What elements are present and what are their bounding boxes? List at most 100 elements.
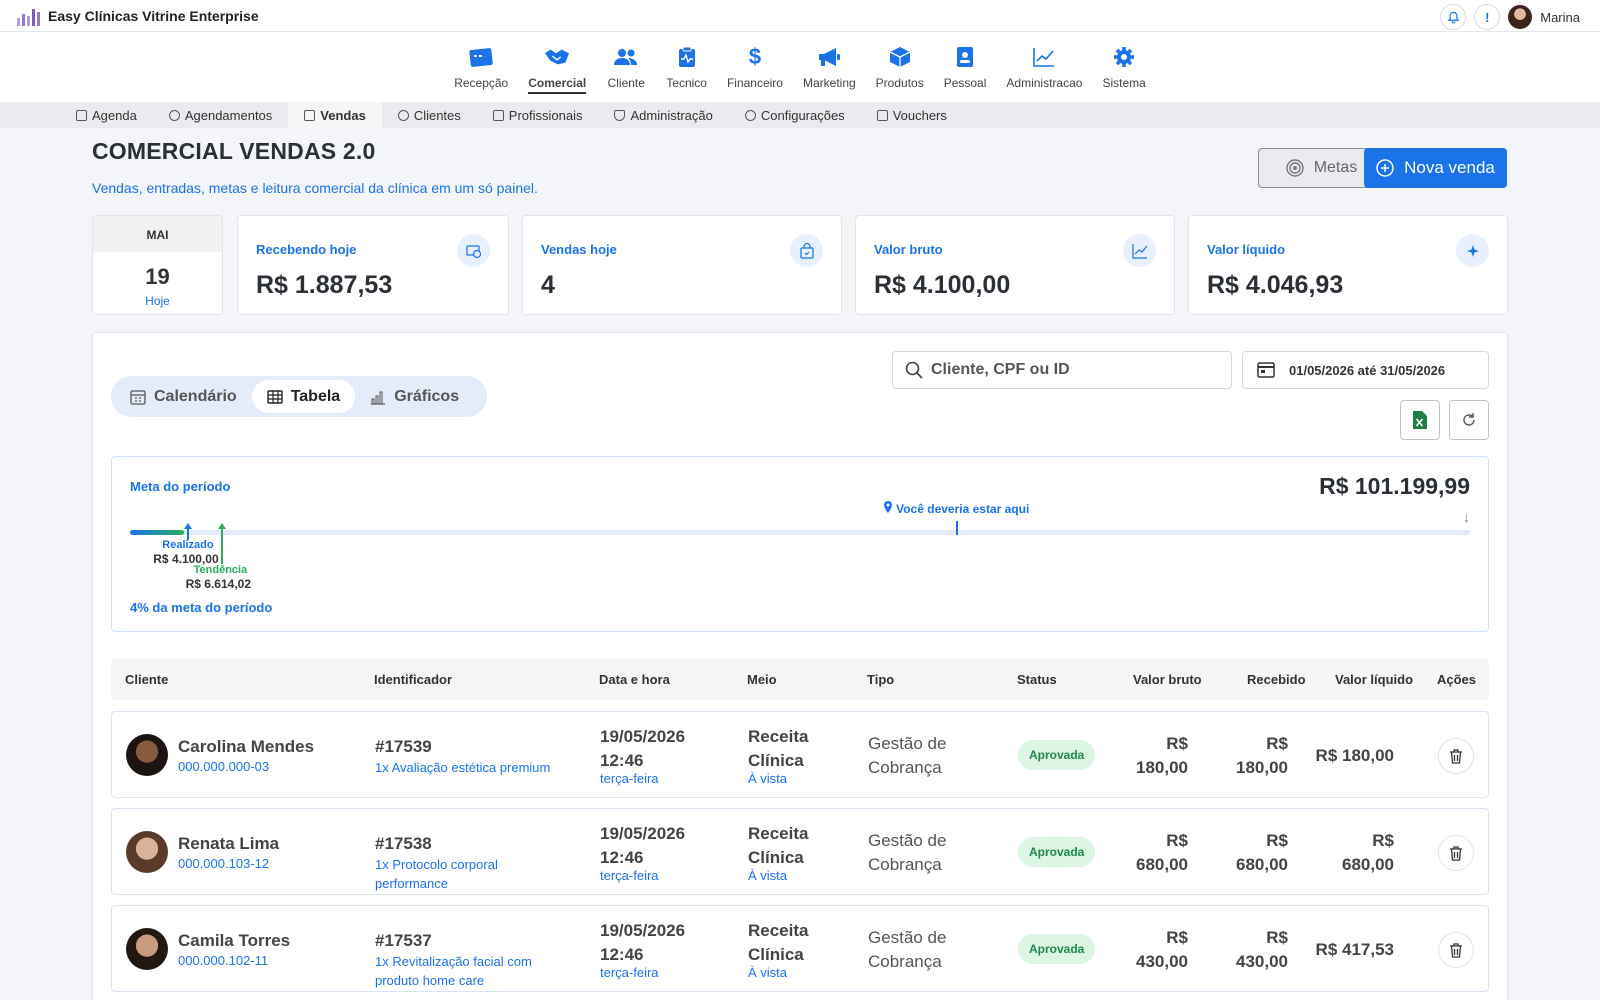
trend-label: Tendência	[193, 564, 248, 576]
subnav-administracao[interactable]: Administração	[598, 102, 728, 128]
nova-venda-button[interactable]: Nova venda	[1364, 148, 1507, 188]
bell-icon	[1447, 11, 1460, 23]
search-input[interactable]: Cliente, CPF ou ID	[892, 351, 1232, 389]
search-icon	[905, 361, 923, 379]
module-sistema[interactable]: Sistema	[1092, 32, 1155, 102]
client-avatar	[126, 928, 168, 970]
subnav-vouchers[interactable]: Vouchers	[861, 102, 963, 128]
module-financeiro[interactable]: $ Financeiro	[717, 32, 793, 102]
col-identificador[interactable]: Identificador	[374, 672, 452, 687]
module-label: Marketing	[802, 76, 856, 90]
module-label: Administracao	[1006, 76, 1083, 90]
top-bar: Easy Clínicas Vitrine Enterprise ! Marin…	[0, 0, 1600, 32]
recebido-line1: R$	[1266, 734, 1288, 753]
subnav-agenda[interactable]: Agenda	[60, 102, 153, 128]
status-badge: Aprovada	[1018, 934, 1096, 964]
sale-time: 12:46	[600, 945, 644, 964]
table-row[interactable]: Renata Lima 000.000.103-12 #17538 1x Pro…	[111, 808, 1489, 895]
module-cliente[interactable]: Cliente	[596, 32, 656, 102]
subnav-label: Clientes	[413, 107, 461, 123]
sale-datetime: 19/05/2026 12:46	[600, 725, 685, 773]
module-produtos[interactable]: Produtos	[866, 32, 934, 102]
kpi-card-vendas: Vendas hoje 4	[522, 215, 842, 315]
col-cliente[interactable]: Cliente	[125, 672, 168, 687]
subnav-profissionais[interactable]: Profissionais	[477, 102, 599, 128]
module-label: Pessoal	[943, 76, 987, 90]
module-recepcao[interactable]: Recepção	[444, 32, 518, 102]
sale-id[interactable]: #17538	[375, 834, 432, 854]
goal-end-arrow-icon: ↓	[1463, 509, 1470, 525]
date-today-link[interactable]: Hoje	[93, 294, 222, 308]
sale-datetime: 19/05/2026 12:46	[600, 919, 685, 967]
box-icon	[887, 44, 913, 70]
liquido-line1: R$ 417,53	[1315, 940, 1394, 959]
sale-id[interactable]: #17539	[375, 737, 432, 757]
subnav-label: Vendas	[320, 107, 366, 123]
trend-arrow	[220, 528, 223, 564]
client-name[interactable]: Renata Lima	[178, 834, 279, 854]
kpi-card-liquido: Valor líquido R$ 4.046,93	[1188, 215, 1508, 315]
module-tecnico[interactable]: Tecnico	[656, 32, 717, 102]
col-tipo[interactable]: Tipo	[867, 672, 894, 687]
col-bruto[interactable]: Valor bruto	[1133, 672, 1202, 687]
clipboard-pulse-icon	[674, 44, 700, 70]
sale-id[interactable]: #17537	[375, 931, 432, 951]
excel-icon	[1413, 411, 1427, 429]
brand[interactable]: Easy Clínicas Vitrine Enterprise	[16, 6, 259, 26]
badge-icon	[952, 44, 978, 70]
subnav-configuracoes[interactable]: Configurações	[729, 102, 861, 128]
module-comercial[interactable]: Comercial	[518, 32, 596, 102]
kpi-value: R$ 4.100,00	[874, 271, 1011, 299]
col-meio[interactable]: Meio	[747, 672, 777, 687]
bruto-line2: 180,00	[1136, 758, 1188, 777]
kpi-label: Vendas hoje	[541, 242, 617, 257]
module-label: Comercial	[528, 76, 587, 94]
module-label: Financeiro	[726, 76, 783, 90]
user-avatar[interactable]	[1508, 5, 1533, 29]
kpi-label: Valor bruto	[874, 242, 943, 257]
shopping-bag-icon	[790, 234, 823, 267]
col-status[interactable]: Status	[1017, 672, 1057, 687]
col-recebido[interactable]: Recebido	[1247, 672, 1306, 687]
table-row[interactable]: Camila Torres 000.000.102-11 #17537 1x R…	[111, 905, 1489, 992]
subnav-label: Agenda	[92, 107, 137, 123]
page-subtitle: Vendas, entradas, metas e leitura comerc…	[92, 180, 538, 196]
meio-line1: Receita	[748, 824, 809, 843]
coins-icon	[457, 234, 490, 267]
valor-liquido: R$ 680,00	[1302, 829, 1394, 877]
alert-icon: !	[1485, 9, 1490, 25]
client-name[interactable]: Carolina Mendes	[178, 737, 314, 757]
view-calendar-tab[interactable]: Calendário	[115, 380, 252, 413]
sale-item: 1x Avaliação estética premium	[375, 760, 551, 775]
view-charts-tab[interactable]: Gráficos	[355, 380, 474, 413]
col-liquido[interactable]: Valor líquido	[1335, 672, 1413, 687]
subnav-vendas[interactable]: Vendas	[288, 102, 382, 128]
view-table-tab[interactable]: Tabela	[251, 380, 356, 413]
col-data[interactable]: Data e hora	[599, 672, 670, 687]
refresh-button[interactable]	[1449, 400, 1489, 440]
alerts-button[interactable]: !	[1474, 4, 1501, 30]
subnav-label: Configurações	[760, 107, 845, 123]
delete-button[interactable]	[1438, 932, 1474, 968]
sale-tipo: Gestão de Cobrança	[868, 926, 978, 974]
user-name[interactable]: Marina	[1540, 10, 1580, 25]
status-badge: Aprovada	[1018, 837, 1096, 867]
subnav-clientes[interactable]: Clientes	[382, 102, 477, 128]
delete-button[interactable]	[1438, 738, 1474, 774]
client-name[interactable]: Camila Torres	[178, 931, 290, 951]
export-excel-button[interactable]	[1400, 400, 1440, 440]
module-marketing[interactable]: Marketing	[793, 32, 866, 102]
module-label: Produtos	[875, 76, 924, 90]
date-range-picker[interactable]: 01/05/2026 até 31/05/2026	[1242, 351, 1489, 389]
module-administracao[interactable]: Administracao	[996, 32, 1092, 102]
subnav-agendamentos[interactable]: Agendamentos	[153, 102, 288, 128]
module-pessoal[interactable]: Pessoal	[934, 32, 997, 102]
trash-icon	[1450, 748, 1462, 764]
table-row[interactable]: Carolina Mendes 000.000.000-03 #17539 1x…	[111, 711, 1489, 798]
delete-button[interactable]	[1438, 835, 1474, 871]
bruto-line1: R$	[1166, 831, 1188, 850]
app-title: Easy Clínicas Vitrine Enterprise	[48, 8, 259, 24]
kpi-label: Valor líquido	[1207, 242, 1286, 257]
notifications-button[interactable]	[1440, 4, 1467, 30]
sale-weekday: terça-feira	[600, 965, 659, 980]
